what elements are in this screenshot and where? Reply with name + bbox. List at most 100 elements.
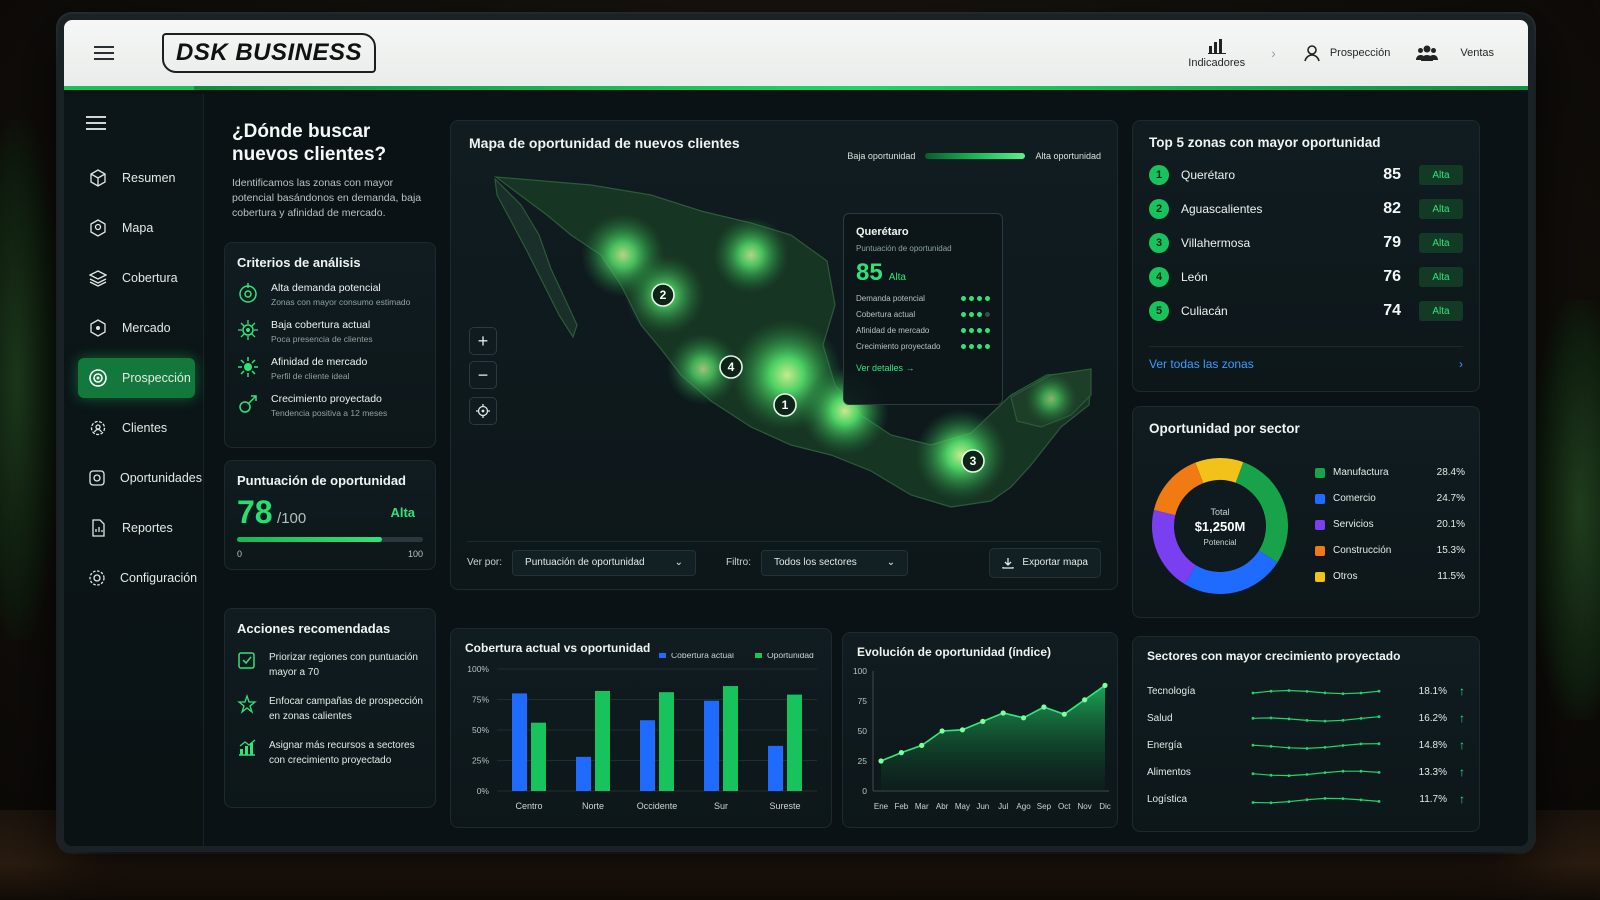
- bar-coverage[interactable]: [704, 700, 719, 791]
- sidebar-item-1[interactable]: Mapa: [78, 208, 195, 248]
- area-point[interactable]: [939, 728, 945, 734]
- map-marker[interactable]: 3: [961, 449, 985, 473]
- coverage-bar-chart[interactable]: Cobertura actual Oportunidad 0% 25% 50% 75% 10…: [451, 653, 831, 823]
- sidebar-item-6[interactable]: Oportunidades: [78, 458, 202, 498]
- sector-legend-item[interactable]: Otros 11.5%: [1315, 571, 1465, 582]
- map-panel: Mapa de oportunidad de nuevos clientes B…: [450, 120, 1118, 590]
- growth-row[interactable]: Salud 16.2% ↑: [1147, 710, 1465, 726]
- export-map-button[interactable]: Exportar mapa: [989, 547, 1101, 578]
- donut-slice-4[interactable]: [1195, 458, 1244, 484]
- top-nav-ventas[interactable]: Ventas: [1416, 44, 1494, 62]
- bar-coverage[interactable]: [576, 756, 591, 791]
- top5-row[interactable]: 5 Culiacán 74 Alta: [1149, 294, 1463, 328]
- growth-sparkline-point: [1341, 797, 1345, 800]
- donut-center-label: Total: [1210, 507, 1229, 517]
- score-level-badge: Alta: [390, 505, 415, 520]
- growth-icon: [239, 395, 257, 413]
- area-point[interactable]: [1020, 715, 1027, 721]
- tooltip-metric-dots: [961, 312, 990, 317]
- legend-label: Cobertura actual: [671, 653, 734, 660]
- area-point[interactable]: [1061, 711, 1067, 717]
- score-panel: Puntuación de oportunidad 78 /100 Alta 0…: [224, 460, 436, 570]
- growth-sparkline-point: [1377, 800, 1381, 803]
- locate-button[interactable]: [469, 397, 497, 425]
- tooltip-metric-label: Cobertura actual: [856, 310, 916, 319]
- sector-legend-item[interactable]: Manufactura 28.4%: [1315, 467, 1465, 478]
- rating-dot: [969, 328, 974, 333]
- growth-row[interactable]: Alimentos 13.3% ↑: [1147, 764, 1465, 780]
- growth-sparkline: [1251, 742, 1381, 750]
- growth-percent: 11.7%: [1419, 793, 1447, 805]
- growth-row[interactable]: Tecnología 18.1% ↑: [1147, 683, 1465, 699]
- area-point[interactable]: [1041, 704, 1047, 710]
- bar-opportunity[interactable]: [595, 690, 610, 791]
- sidebar-item-4[interactable]: Prospección: [78, 358, 195, 398]
- growth-sparkline-point: [1251, 743, 1255, 747]
- top5-row[interactable]: 2 Aguascalientes 82 Alta: [1149, 192, 1463, 226]
- top-menu-button[interactable]: [74, 23, 134, 83]
- bar-coverage[interactable]: [640, 720, 655, 791]
- growth-row[interactable]: Logística 11.7% ↑: [1147, 791, 1465, 807]
- tooltip-details-link[interactable]: Ver detalles →: [856, 363, 990, 373]
- action-item[interactable]: Priorizar regiones con puntuación mayor …: [237, 650, 423, 680]
- growth-sparkline-point: [1359, 717, 1363, 720]
- top5-row[interactable]: 4 León 76 Alta: [1149, 260, 1463, 294]
- evolution-area-chart[interactable]: 0 25 50 75 100 Ene Feb Mar Abr May Jun Jul Ago Sep Oct…: [843, 659, 1119, 827]
- top-nav-prospeccion[interactable]: Prospección: [1302, 43, 1390, 63]
- see-all-zones-link[interactable]: Ver todas las zonas ›: [1149, 346, 1463, 371]
- map-marker[interactable]: 4: [719, 355, 743, 379]
- bar-opportunity[interactable]: [723, 686, 738, 791]
- mexico-opportunity-map[interactable]: 1 2 3 4: [451, 165, 1119, 545]
- area-point[interactable]: [959, 727, 966, 733]
- action-item[interactable]: Enfocar campañas de prospección en zonas…: [237, 694, 423, 724]
- bar-opportunity[interactable]: [531, 722, 546, 791]
- zoom-in-button[interactable]: +: [469, 327, 497, 355]
- ver-por-select[interactable]: Puntuación de oportunidad ⌄: [512, 549, 696, 576]
- sidebar-item-8[interactable]: Configuración: [78, 558, 198, 598]
- area-point[interactable]: [1102, 682, 1108, 688]
- area-point[interactable]: [898, 750, 904, 756]
- sector-legend-item[interactable]: Comercio 24.7%: [1315, 493, 1465, 504]
- bar-opportunity[interactable]: [659, 692, 674, 791]
- sidebar-item-3[interactable]: Mercado: [78, 308, 195, 348]
- sector-legend-item[interactable]: Construcción 15.3%: [1315, 545, 1465, 556]
- top5-rank: 4: [1149, 267, 1169, 287]
- sector-donut-chart[interactable]: Total $1,250M Potencial: [1145, 451, 1295, 601]
- tooltip-zone-name: Querétaro: [856, 226, 909, 238]
- tooltip-subtitle: Puntuación de oportunidad: [856, 244, 952, 253]
- bar-opportunity[interactable]: [787, 694, 802, 791]
- area-point[interactable]: [919, 742, 925, 748]
- top-bar: DSK BUSINESS Indicadores › Prospección V…: [64, 20, 1528, 90]
- cube-icon: [88, 168, 108, 188]
- sidebar-item-0[interactable]: Resumen: [78, 158, 195, 198]
- area-point[interactable]: [980, 718, 986, 724]
- filtro-select[interactable]: Todos los sectores ⌄: [760, 549, 909, 576]
- action-item[interactable]: Asignar más recursos a sectores con crec…: [237, 738, 423, 768]
- zone-tooltip: Querétaro Puntuación de oportunidad 85 Al…: [843, 213, 1003, 405]
- bar-coverage[interactable]: [768, 745, 783, 791]
- user-icon: [1304, 45, 1320, 62]
- map-marker[interactable]: 1: [773, 393, 797, 417]
- sidebar-item-label: Configuración: [120, 571, 198, 585]
- area-point[interactable]: [878, 758, 884, 764]
- bar-coverage[interactable]: [512, 693, 527, 791]
- area-point[interactable]: [1082, 697, 1088, 703]
- sidebar-item-2[interactable]: Cobertura: [78, 258, 195, 298]
- growth-row[interactable]: Energía 14.8% ↑: [1147, 737, 1465, 753]
- growth-sparkline-point: [1251, 772, 1255, 776]
- top-nav-indicadores[interactable]: Indicadores: [1188, 38, 1245, 69]
- sidebar-menu-toggle[interactable]: [86, 116, 108, 132]
- sidebar-item-5[interactable]: Clientes: [78, 408, 195, 448]
- x-tick-label: Oct: [1058, 802, 1071, 811]
- growth-sparkline-point: [1305, 690, 1309, 693]
- sidebar-item-7[interactable]: Reportes: [78, 508, 195, 548]
- top5-row[interactable]: 1 Querétaro 85 Alta: [1149, 158, 1463, 192]
- sector-legend-item[interactable]: Servicios 20.1%: [1315, 519, 1465, 530]
- score-title: Puntuación de oportunidad: [237, 473, 406, 488]
- map-marker[interactable]: 2: [651, 283, 675, 307]
- map-marker-label: 1: [782, 398, 789, 412]
- map-marker-label: 4: [728, 360, 735, 374]
- zoom-out-button[interactable]: −: [469, 361, 497, 389]
- area-point[interactable]: [1000, 710, 1006, 716]
- top5-row[interactable]: 3 Villahermosa 79 Alta: [1149, 226, 1463, 260]
